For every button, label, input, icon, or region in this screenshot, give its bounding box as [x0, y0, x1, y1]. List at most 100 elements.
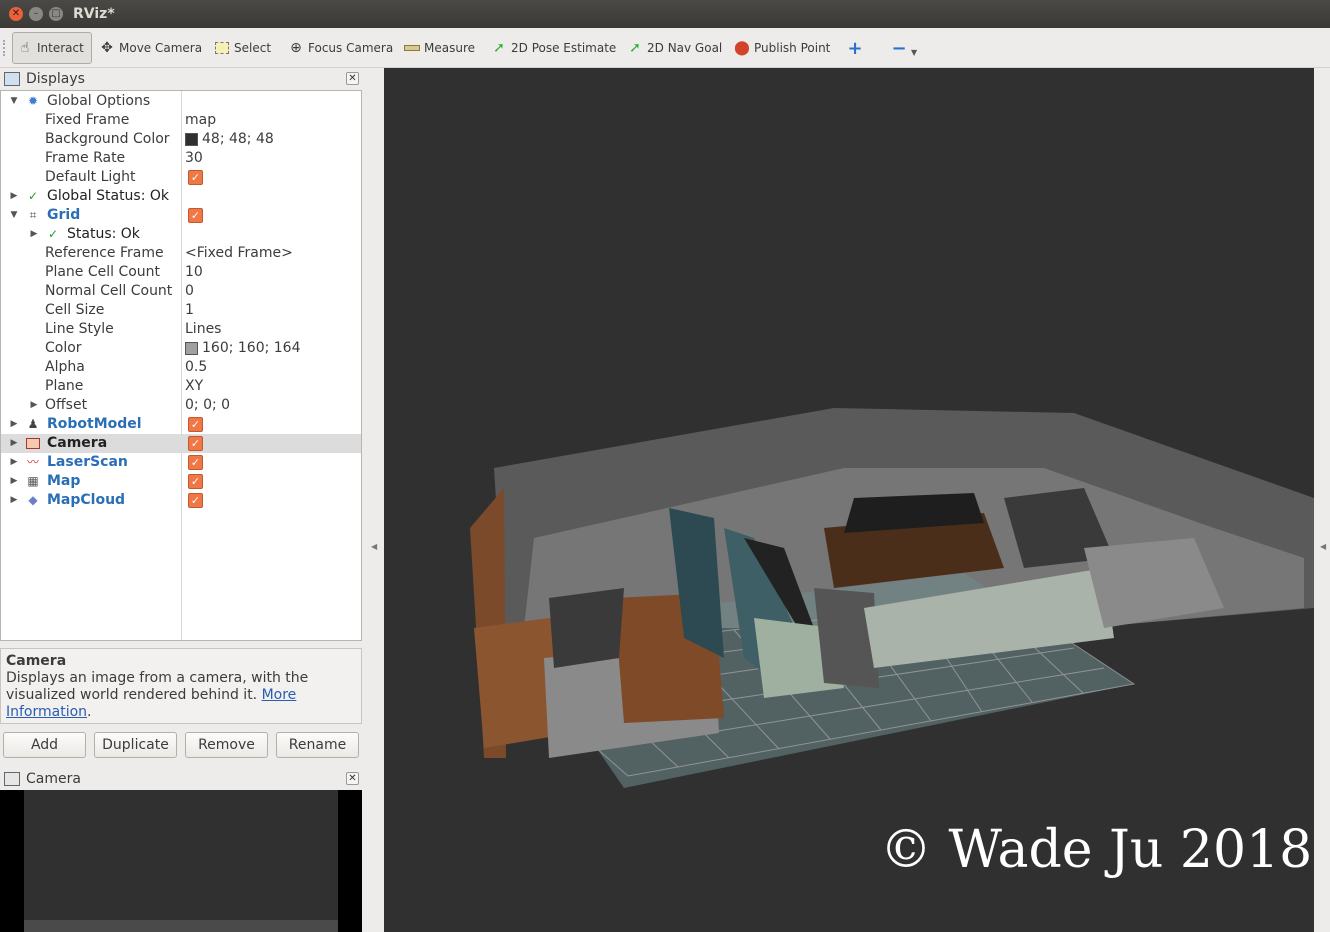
tree-row-global-options[interactable]: ▼ ✹ Global Options	[1, 92, 361, 111]
interact-tool-button[interactable]: ☝ Interact	[12, 32, 92, 64]
grid-icon: ⌗	[29, 207, 37, 222]
right-splitter[interactable]: ◀	[1314, 68, 1330, 932]
background-color-value[interactable]: 48; 48; 48	[185, 130, 274, 149]
property-label: Cell Size	[45, 302, 105, 318]
window-close-button[interactable]: ✕	[9, 7, 23, 21]
grid-color-text: 160; 160; 164	[202, 340, 301, 356]
tree-row-frame-rate[interactable]: Frame Rate 30	[1, 149, 361, 168]
line-style-value[interactable]: Lines	[185, 320, 221, 339]
left-splitter[interactable]: ◀	[363, 68, 384, 932]
expand-arrow-icon[interactable]: ▼	[9, 92, 19, 111]
expand-arrow-icon[interactable]: ▶	[9, 472, 19, 491]
displays-tree: ▼ ✹ Global Options Fixed Frame map Backg…	[0, 90, 362, 641]
expand-arrow-icon[interactable]: ▼	[9, 206, 19, 225]
grid-enabled-checkbox[interactable]: ✓	[188, 208, 203, 223]
window-minimize-button[interactable]: –	[29, 7, 43, 21]
focus-camera-tool-button[interactable]: ⊕ Focus Camera	[287, 32, 393, 64]
toolbar-grip[interactable]	[3, 40, 7, 56]
move-camera-icon: ✥	[101, 40, 113, 56]
tree-row-reference-frame[interactable]: Reference Frame <Fixed Frame>	[1, 244, 361, 263]
tree-row-camera[interactable]: ▶ Camera ✓	[1, 434, 361, 453]
fixed-frame-value[interactable]: map	[185, 111, 216, 130]
select-tool-button[interactable]: Select	[213, 32, 271, 64]
measure-tool-button[interactable]: Measure	[403, 32, 475, 64]
expand-arrow-icon[interactable]: ▶	[9, 491, 19, 510]
tree-row-mapcloud[interactable]: ▶ ◆ MapCloud ✓	[1, 491, 361, 510]
tree-row-background-color[interactable]: Background Color 48; 48; 48	[1, 130, 361, 149]
tree-row-robotmodel[interactable]: ▶ ♟ RobotModel ✓	[1, 415, 361, 434]
tree-row-normal-cell-count[interactable]: Normal Cell Count 0	[1, 282, 361, 301]
publish-point-label: Publish Point	[754, 41, 831, 55]
reference-frame-value[interactable]: <Fixed Frame>	[185, 244, 293, 263]
collapse-right-icon: ◀	[1320, 542, 1327, 551]
tree-row-global-status[interactable]: ▶ ✓ Global Status: Ok	[1, 187, 361, 206]
cell-size-value[interactable]: 1	[185, 301, 194, 320]
close-panel-button[interactable]: ✕	[346, 772, 359, 785]
duplicate-button[interactable]: Duplicate	[94, 732, 177, 758]
tree-row-alpha[interactable]: Alpha 0.5	[1, 358, 361, 377]
tree-row-cell-size[interactable]: Cell Size 1	[1, 301, 361, 320]
robotmodel-checkbox[interactable]: ✓	[188, 417, 203, 432]
watermark-text: © Wade Ju 2018	[880, 820, 1313, 880]
offset-value[interactable]: 0; 0; 0	[185, 396, 230, 415]
more-information-link[interactable]: Information	[6, 704, 87, 720]
expand-arrow-icon[interactable]: ▶	[9, 453, 19, 472]
move-camera-tool-button[interactable]: ✥ Move Camera	[98, 32, 202, 64]
tree-row-fixed-frame[interactable]: Fixed Frame map	[1, 111, 361, 130]
map-icon: ▦	[27, 473, 39, 488]
tree-row-grid-status[interactable]: ▶ ✓ Status: Ok	[1, 225, 361, 244]
expand-arrow-icon[interactable]: ▶	[29, 225, 39, 244]
close-panel-button[interactable]: ✕	[346, 72, 359, 85]
camera-image-view[interactable]	[0, 790, 362, 932]
gear-icon: ✹	[27, 93, 39, 108]
tree-row-plane-cell-count[interactable]: Plane Cell Count 10	[1, 263, 361, 282]
tree-row-map[interactable]: ▶ ▦ Map ✓	[1, 472, 361, 491]
tree-row-line-style[interactable]: Line Style Lines	[1, 320, 361, 339]
rename-button[interactable]: Rename	[276, 732, 359, 758]
add-button[interactable]: Add	[3, 732, 86, 758]
tree-row-default-light[interactable]: Default Light ✓	[1, 168, 361, 187]
pose-estimate-tool-button[interactable]: ➚ 2D Pose Estimate	[490, 32, 616, 64]
more-information-link[interactable]: More	[262, 687, 297, 703]
3d-viewport[interactable]: © Wade Ju 2018	[384, 68, 1314, 932]
camera-checkbox[interactable]: ✓	[188, 436, 203, 451]
frame-rate-value[interactable]: 30	[185, 149, 203, 168]
tree-row-laserscan[interactable]: ▶ 〰 LaserScan ✓	[1, 453, 361, 472]
expand-arrow-icon[interactable]: ▶	[9, 187, 19, 206]
tree-row-color[interactable]: Color 160; 160; 164	[1, 339, 361, 358]
property-label: Plane Cell Count	[45, 264, 161, 280]
laserscan-checkbox[interactable]: ✓	[188, 455, 203, 470]
tree-row-plane[interactable]: Plane XY	[1, 377, 361, 396]
normal-cell-count-value[interactable]: 0	[185, 282, 194, 301]
plus-icon: +	[847, 37, 863, 59]
tree-row-offset[interactable]: ▶ Offset 0; 0; 0	[1, 396, 361, 415]
expand-arrow-icon[interactable]: ▶	[9, 434, 19, 453]
color-swatch	[185, 342, 198, 355]
measure-label: Measure	[424, 41, 475, 55]
global-options-label: Global Options	[47, 93, 151, 109]
default-light-checkbox[interactable]: ✓	[188, 170, 203, 185]
plane-cell-count-value[interactable]: 10	[185, 263, 203, 282]
publish-point-tool-button[interactable]: ⬤ Publish Point	[733, 32, 830, 64]
remove-button[interactable]: Remove	[185, 732, 268, 758]
grid-color-value[interactable]: 160; 160; 164	[185, 339, 301, 358]
minus-icon: −	[891, 37, 907, 59]
camera-icon	[25, 435, 41, 451]
alpha-value[interactable]: 0.5	[185, 358, 207, 377]
expand-arrow-icon[interactable]: ▶	[9, 415, 19, 434]
toolbar: ☝ Interact ✥ Move Camera Select ⊕ Focus …	[0, 28, 1330, 68]
nav-goal-tool-button[interactable]: ➚ 2D Nav Goal	[626, 32, 722, 64]
property-label: Frame Rate	[45, 150, 126, 166]
focus-camera-label: Focus Camera	[308, 41, 394, 55]
remove-tool-button[interactable]: − ▼	[890, 32, 917, 64]
property-label: Default Light	[45, 169, 136, 185]
monitor-icon	[4, 72, 20, 86]
map-checkbox[interactable]: ✓	[188, 474, 203, 489]
expand-arrow-icon[interactable]: ▶	[29, 396, 39, 415]
plane-value[interactable]: XY	[185, 377, 203, 396]
add-tool-button[interactable]: +	[846, 32, 867, 64]
window-maximize-button[interactable]: □	[49, 7, 63, 21]
mapcloud-checkbox[interactable]: ✓	[188, 493, 203, 508]
green-arrow-icon: ➚	[629, 40, 641, 56]
tree-row-grid[interactable]: ▼ ⌗ Grid ✓	[1, 206, 361, 225]
